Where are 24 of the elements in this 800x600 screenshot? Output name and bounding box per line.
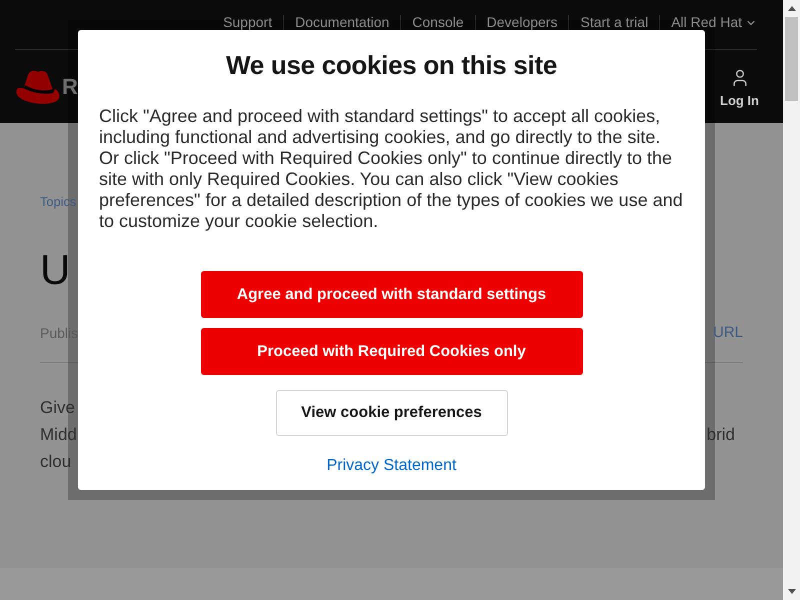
hat-logo-icon bbox=[15, 68, 61, 104]
article-heading: U bbox=[40, 246, 70, 294]
cookie-button[interactable]: Agree and proceed with standard settings bbox=[200, 271, 582, 318]
log-in-button[interactable]: Log In bbox=[720, 68, 759, 108]
logo-text: R bbox=[62, 74, 78, 100]
privacy-statement-link[interactable]: Privacy Statement bbox=[326, 456, 456, 476]
scrollbar[interactable] bbox=[783, 0, 800, 600]
cookie-button[interactable]: Proceed with Required Cookies only bbox=[200, 328, 582, 375]
utility-nav-link[interactable]: Console bbox=[412, 15, 464, 30]
article-text: Midd bbox=[40, 424, 77, 446]
scroll-up-icon[interactable] bbox=[788, 6, 796, 11]
scrollbar-thumb[interactable] bbox=[785, 17, 798, 101]
utility-nav-link[interactable]: Support bbox=[223, 15, 272, 30]
utility-nav-link[interactable]: Documentation bbox=[295, 15, 390, 30]
cookie-button[interactable]: View cookie preferences bbox=[276, 390, 508, 436]
dialog-body-text: Click "Agree and proceed with standard settings" to accept all cookies, including functional and advertising cookies, and go directly to the site. Or click "Proceed with Required Cookies only" to continue directly to the site with only Required Cookies. You can also click "View cookies preferences" for a detailed description of the types of cookies we use and to customize your cookie selection. bbox=[99, 106, 684, 232]
utility-nav-link[interactable]: Developers bbox=[486, 15, 558, 30]
utility-nav-link[interactable]: Start a trial bbox=[580, 15, 648, 30]
dialog-title: We use cookies on this site bbox=[226, 49, 557, 82]
article-text: Give bbox=[40, 397, 75, 419]
scroll-down-icon[interactable] bbox=[788, 589, 796, 594]
article-text: brid bbox=[706, 424, 735, 446]
utility-nav-link[interactable]: All Red Hat bbox=[671, 15, 757, 30]
article-text: clou bbox=[40, 451, 72, 473]
